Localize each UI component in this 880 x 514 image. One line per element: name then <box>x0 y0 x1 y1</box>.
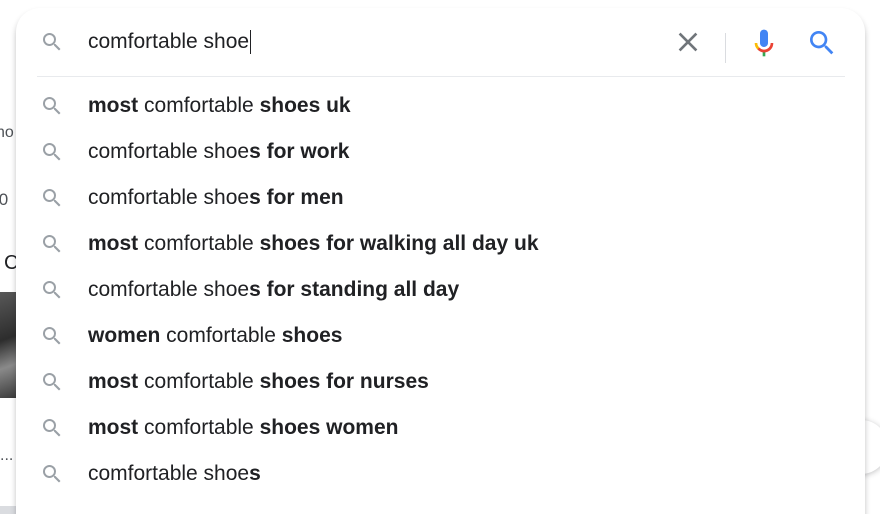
suggestion-completion: shoes for nurses <box>259 370 429 393</box>
search-results-page: no ,0 C ... <box>0 0 880 514</box>
search-input[interactable] <box>88 28 648 56</box>
search-icon <box>40 462 64 486</box>
search-icon <box>40 140 64 164</box>
suggestion-item[interactable]: women comfortable shoes <box>16 313 865 359</box>
search-icon <box>40 416 64 440</box>
suggestion-completion: s for work <box>249 140 350 163</box>
search-icon <box>40 324 64 348</box>
suggestion-query-match: comfortable <box>138 94 260 117</box>
microphone-icon <box>754 29 774 57</box>
suggestion-text: most comfortable shoes uk <box>88 92 351 120</box>
suggestion-text: most comfortable shoes for nurses <box>88 368 429 396</box>
text-caret <box>250 30 252 54</box>
suggestion-text: comfortable shoes for men <box>88 184 344 212</box>
suggestion-item[interactable]: comfortable shoes for work <box>16 129 865 175</box>
background-thumbnail <box>0 292 16 398</box>
suggestion-completion: s for men <box>249 186 344 209</box>
suggestion-item[interactable]: most comfortable shoes for nurses <box>16 359 865 405</box>
suggestion-query-match: comfortable <box>160 324 282 347</box>
suggestion-completion: shoes <box>281 324 343 347</box>
search-icon <box>810 31 834 55</box>
suggestion-completion: women <box>88 324 161 347</box>
suggestion-item[interactable]: most comfortable shoes uk <box>16 83 865 129</box>
suggestion-item[interactable]: most comfortable shoes for walking all d… <box>16 221 865 267</box>
search-box <box>16 8 865 76</box>
background-text-fragment: ... <box>0 447 14 464</box>
voice-search-button[interactable] <box>748 26 780 60</box>
search-icon <box>40 94 64 118</box>
search-autocomplete-dropdown: most comfortable shoes ukcomfortable sho… <box>16 8 865 514</box>
clear-search-button[interactable] <box>672 26 704 58</box>
suggestion-completion: shoes for walking all day uk <box>259 232 539 255</box>
suggestion-query-match: comfortable <box>138 232 260 255</box>
suggestion-completion: shoes uk <box>259 94 351 117</box>
search-icon <box>40 278 64 302</box>
suggestion-completion: s <box>249 462 261 485</box>
suggestion-completion: most <box>88 370 139 393</box>
background-divider <box>0 506 16 514</box>
suggestion-text: most comfortable shoes women <box>88 414 398 442</box>
suggestion-completion: shoes women <box>259 416 399 439</box>
suggestion-query-match: comfortable <box>138 416 260 439</box>
suggestion-completion: most <box>88 94 139 117</box>
suggestion-completion: most <box>88 232 139 255</box>
suggestion-query-match: comfortable shoe <box>88 140 250 163</box>
suggestion-list: most comfortable shoes uk comfortable sho… <box>16 83 865 497</box>
suggestion-item[interactable]: comfortable shoes <box>16 451 865 497</box>
suggestion-completion: s for standing all day <box>249 278 460 301</box>
suggestion-item[interactable]: comfortable shoes for men <box>16 175 865 221</box>
background-text-fragment: ,0 <box>0 190 9 209</box>
search-submit-button[interactable] <box>806 26 838 60</box>
search-icon <box>40 186 64 210</box>
suggestion-text: comfortable shoes <box>88 460 261 488</box>
search-icon <box>40 30 64 54</box>
suggestion-item[interactable]: most comfortable shoes women <box>16 405 865 451</box>
suggestion-text: women comfortable shoes <box>88 322 342 350</box>
suggestion-text: most comfortable shoes for walking all d… <box>88 230 539 258</box>
suggestion-text: comfortable shoes for standing all day <box>88 276 459 304</box>
search-icon <box>40 232 64 256</box>
background-text-fragment: no <box>0 124 14 141</box>
suggestion-query-match: comfortable shoe <box>88 278 250 301</box>
search-box-divider <box>725 33 726 63</box>
suggestion-text: comfortable shoes for work <box>88 138 349 166</box>
suggestion-item[interactable]: comfortable shoes for standing all day <box>16 267 865 313</box>
suggestion-query-match: comfortable shoe <box>88 462 250 485</box>
close-icon <box>678 32 698 52</box>
suggestion-query-match: comfortable shoe <box>88 186 250 209</box>
search-icon <box>40 370 64 394</box>
suggestion-query-match: comfortable <box>138 370 260 393</box>
suggestion-completion: most <box>88 416 139 439</box>
search-box-separator <box>37 76 845 77</box>
